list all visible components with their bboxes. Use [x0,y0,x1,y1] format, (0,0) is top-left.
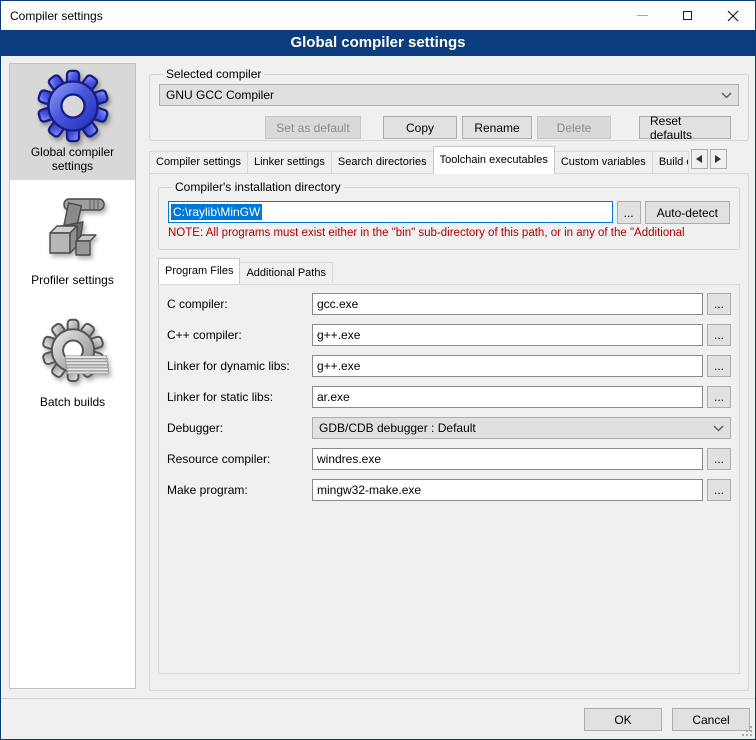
toolchain-executables-page: Compiler's installation directory C:\ray… [149,173,749,691]
resource-compiler-row: Resource compiler: windres.exe ... [167,448,731,470]
tab-build-options[interactable]: Build options [652,151,689,173]
tab-custom-variables[interactable]: Custom variables [554,151,653,173]
reset-defaults-button[interactable]: Reset defaults [639,116,731,139]
titlebar[interactable]: Compiler settings [1,1,755,30]
ok-button[interactable]: OK [584,708,662,731]
dynamic-linker-browse-button[interactable]: ... [707,355,731,377]
dynamic-linker-input[interactable]: g++.exe [312,355,703,377]
settings-category-list: Global compiler settings Profil [9,63,136,689]
compiler-buttons-row: Set as default Copy Rename Delete Reset … [159,116,739,139]
gear-stack-icon [37,315,109,393]
sidebar-item-batch-builds[interactable]: Batch builds [10,310,135,416]
dialog-buttons: OK Cancel [584,708,750,731]
installation-directory-row: C:\raylib\MinGW ... Auto-detect [168,201,730,223]
selected-compiler-legend: Selected compiler [163,67,264,81]
installation-directory-legend: Compiler's installation directory [172,180,344,194]
chevron-down-icon [713,425,724,432]
debugger-label: Debugger: [167,421,312,435]
make-program-input[interactable]: mingw32-make.exe [312,479,703,501]
arrow-right-icon [714,154,722,164]
tab-program-files[interactable]: Program Files [158,258,240,284]
bin-subdirectory-note: NOTE: All programs must exist either in … [168,227,730,239]
install-dir-browse-button[interactable]: ... [617,201,641,224]
gear-blue-icon [36,69,110,143]
window-controls [620,1,755,30]
window-title: Compiler settings [10,9,103,23]
rename-button[interactable]: Rename [462,116,532,139]
chevron-down-icon [721,92,732,99]
tab-additional-paths[interactable]: Additional Paths [239,262,333,283]
static-linker-row: Linker for static libs: ar.exe ... [167,386,731,408]
minimize-icon [637,15,648,16]
tab-compiler-settings[interactable]: Compiler settings [149,151,248,173]
caliper-profiler-icon [38,193,108,271]
program-files-page: C compiler: gcc.exe ... C++ compiler: g+… [158,284,740,674]
tab-search-directories[interactable]: Search directories [331,151,434,173]
tab-toolchain-executables[interactable]: Toolchain executables [433,146,555,174]
auto-detect-button[interactable]: Auto-detect [645,201,730,224]
make-program-row: Make program: mingw32-make.exe ... [167,479,731,501]
page-title: Global compiler settings [1,30,755,56]
resource-compiler-browse-button[interactable]: ... [707,448,731,470]
c-compiler-row: C compiler: gcc.exe ... [167,293,731,315]
resource-compiler-label: Resource compiler: [167,452,312,466]
debugger-row: Debugger: GDB/CDB debugger : Default [167,417,731,439]
close-icon [727,10,739,22]
resize-grip-icon[interactable] [741,725,752,736]
sidebar-item-profiler-settings[interactable]: Profiler settings [10,188,135,294]
minimize-button[interactable] [620,1,665,30]
debugger-select[interactable]: GDB/CDB debugger : Default [312,417,731,439]
make-program-browse-button[interactable]: ... [707,479,731,501]
selected-compiler-group: Selected compiler GNU GCC Compiler Set a… [149,67,749,141]
executables-tab-strip: Program Files Additional Paths [158,258,333,284]
install-dir-selected-text: C:\raylib\MinGW [171,204,262,220]
close-button[interactable] [710,1,755,30]
cancel-button[interactable]: Cancel [672,708,750,731]
maximize-button[interactable] [665,1,710,30]
sidebar-item-global-compiler-settings[interactable]: Global compiler settings [10,64,135,180]
tab-linker-settings[interactable]: Linker settings [247,151,332,173]
static-linker-input[interactable]: ar.exe [312,386,703,408]
make-program-label: Make program: [167,483,312,497]
tab-scroll-right-button[interactable] [710,149,727,169]
tab-scroll-buttons [691,149,727,169]
cpp-compiler-row: C++ compiler: g++.exe ... [167,324,731,346]
maximize-icon [683,11,692,20]
dynamic-linker-label: Linker for dynamic libs: [167,359,312,373]
delete-button[interactable]: Delete [537,116,611,139]
compiler-select[interactable]: GNU GCC Compiler [159,84,739,106]
installation-directory-group: Compiler's installation directory C:\ray… [158,180,740,250]
sidebar-item-label: Global compiler settings [13,145,132,173]
debugger-select-value: GDB/CDB debugger : Default [319,421,476,435]
sidebar-item-label: Profiler settings [31,273,114,287]
cpp-compiler-browse-button[interactable]: ... [707,324,731,346]
compiler-select-value: GNU GCC Compiler [166,88,274,102]
arrow-left-icon [695,154,703,164]
copy-button[interactable]: Copy [383,116,457,139]
c-compiler-input[interactable]: gcc.exe [312,293,703,315]
install-dir-input[interactable]: C:\raylib\MinGW [168,201,613,223]
cpp-compiler-input[interactable]: g++.exe [312,324,703,346]
footer-divider [1,698,755,699]
dynamic-linker-row: Linker for dynamic libs: g++.exe ... [167,355,731,377]
tab-scroll-left-button[interactable] [691,149,708,169]
resource-compiler-input[interactable]: windres.exe [312,448,703,470]
c-compiler-label: C compiler: [167,297,312,311]
set-as-default-button[interactable]: Set as default [265,116,361,139]
cpp-compiler-label: C++ compiler: [167,328,312,342]
compiler-settings-dialog: Compiler settings Global compiler settin… [0,0,756,740]
static-linker-label: Linker for static libs: [167,390,312,404]
main-tab-strip: Compiler settings Linker settings Search… [149,146,749,174]
c-compiler-browse-button[interactable]: ... [707,293,731,315]
main-panel: Selected compiler GNU GCC Compiler Set a… [147,63,751,691]
sidebar-item-label: Batch builds [40,395,105,409]
static-linker-browse-button[interactable]: ... [707,386,731,408]
